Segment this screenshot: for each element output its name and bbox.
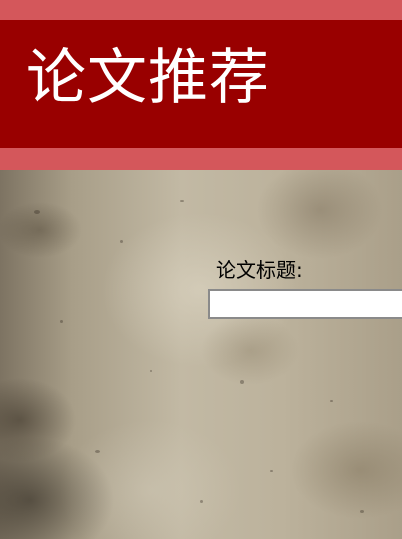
texture-speckle xyxy=(270,470,273,472)
texture-speckle xyxy=(330,400,333,402)
page: 论文推荐 论文标题: xyxy=(0,0,402,539)
texture-speckle xyxy=(120,240,123,243)
parchment-background xyxy=(0,170,402,539)
texture-speckle xyxy=(180,200,184,202)
texture-speckle xyxy=(34,210,40,214)
paper-title-input[interactable] xyxy=(208,289,402,319)
page-title: 论文推荐 xyxy=(26,43,270,113)
header-top-stripe xyxy=(0,0,402,20)
texture-speckle xyxy=(360,510,364,513)
header-bottom-stripe xyxy=(0,148,402,170)
paper-title-label: 论文标题: xyxy=(216,258,303,282)
texture-speckle xyxy=(240,380,244,384)
texture-speckle xyxy=(95,450,100,453)
texture-speckle xyxy=(60,320,63,323)
texture-speckle xyxy=(150,370,152,372)
texture-speckle xyxy=(200,500,203,503)
